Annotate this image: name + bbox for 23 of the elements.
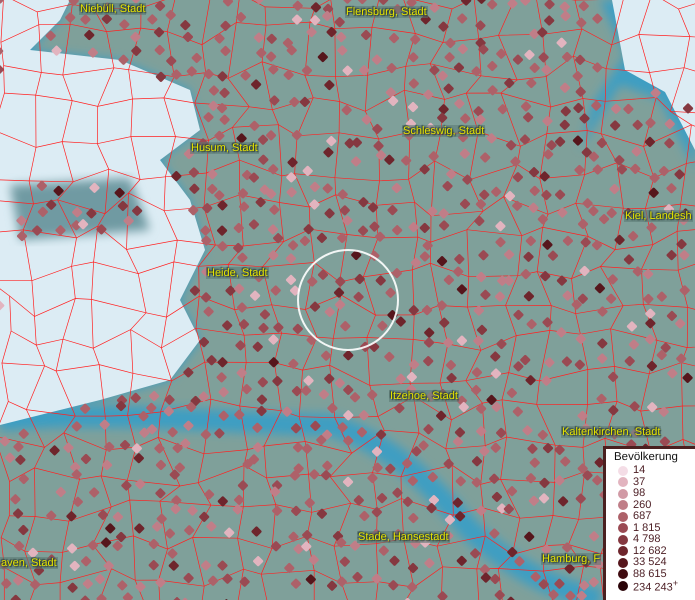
legend-label: 4 798 bbox=[633, 534, 661, 546]
legend-label: 1 815 bbox=[633, 522, 661, 534]
legend-label: 37 bbox=[633, 476, 646, 488]
place-label: Kaltenkirchen, Stadt bbox=[561, 426, 662, 438]
place-label: Kiel, Landesh bbox=[624, 210, 693, 222]
legend-label: 14 bbox=[633, 465, 646, 476]
place-label: aven, Stadt bbox=[0, 557, 58, 569]
legend-label: 88 615 bbox=[633, 568, 667, 580]
place-label: Niebüll, Stadt bbox=[79, 3, 146, 15]
legend-label: 687 bbox=[633, 511, 652, 522]
legend-label: 12 682 bbox=[633, 546, 667, 557]
place-label: Hamburg, F bbox=[541, 553, 602, 565]
place-label: Heide, Stadt bbox=[206, 267, 269, 279]
place-label: Husum, Stadt bbox=[190, 142, 259, 154]
legend-title: Bevölkerung bbox=[614, 451, 679, 463]
place-label: Schleswig, Stadt bbox=[402, 125, 486, 137]
place-label: Flensburg, Stadt bbox=[345, 6, 428, 18]
legend-label: 98 bbox=[633, 488, 646, 500]
legend-label: 33 524 bbox=[633, 557, 667, 568]
place-label: Stade, Hansestadt bbox=[357, 531, 450, 543]
legend-label: 260 bbox=[633, 500, 652, 511]
place-label: Itzehoe, Stadt bbox=[389, 390, 459, 402]
legend-label: 234 243$^{+}$ bbox=[633, 578, 678, 594]
